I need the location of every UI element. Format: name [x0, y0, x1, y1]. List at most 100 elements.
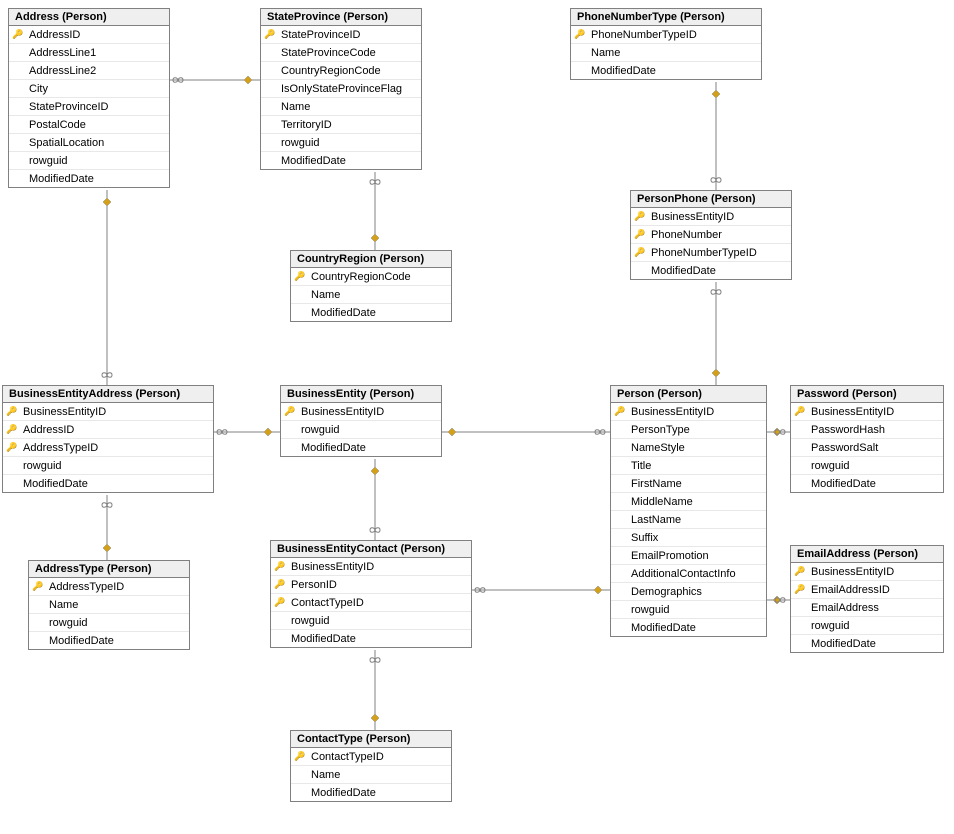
table-column-row: PasswordHash	[791, 421, 943, 439]
primary-key-icon: 🔑	[9, 29, 27, 40]
column-name: ModifiedDate	[47, 635, 114, 647]
table-column-row: 🔑BusinessEntityID	[791, 563, 943, 581]
table-column-row: PersonType	[611, 421, 766, 439]
column-name: Name	[589, 47, 620, 59]
table-column-row: 🔑BusinessEntityID	[3, 403, 213, 421]
table-column-row: Name	[571, 44, 761, 62]
table-column-row: CountryRegionCode	[261, 62, 421, 80]
column-name: Name	[279, 101, 310, 113]
table-column-row: StateProvinceID	[9, 98, 169, 116]
column-name: rowguid	[809, 460, 850, 472]
table-stateprovince[interactable]: StateProvince (Person)🔑StateProvinceIDSt…	[260, 8, 422, 170]
primary-key-icon: 🔑	[291, 751, 309, 762]
column-name: Name	[309, 769, 340, 781]
table-column-row: ModifiedDate	[29, 632, 189, 649]
table-header: Person (Person)	[611, 386, 766, 403]
column-name: BusinessEntityID	[809, 406, 894, 418]
column-name: BusinessEntityID	[809, 566, 894, 578]
column-name: ModifiedDate	[299, 442, 366, 454]
table-businessentityaddress[interactable]: BusinessEntityAddress (Person)🔑BusinessE…	[2, 385, 214, 493]
column-name: ContactTypeID	[309, 751, 384, 763]
table-column-row: StateProvinceCode	[261, 44, 421, 62]
column-name: AddressLine2	[27, 65, 96, 77]
primary-key-icon: 🔑	[3, 406, 21, 417]
column-name: ModifiedDate	[289, 633, 356, 645]
table-column-row: 🔑AddressTypeID	[29, 578, 189, 596]
column-name: CountryRegionCode	[309, 271, 411, 283]
column-name: BusinessEntityID	[289, 561, 374, 573]
table-column-row: NameStyle	[611, 439, 766, 457]
table-address[interactable]: Address (Person)🔑AddressIDAddressLine1Ad…	[8, 8, 170, 188]
primary-key-icon: 🔑	[291, 271, 309, 282]
table-column-row: rowguid	[281, 421, 441, 439]
primary-key-icon: 🔑	[571, 29, 589, 40]
table-column-row: rowguid	[271, 612, 471, 630]
table-header: PersonPhone (Person)	[631, 191, 791, 208]
table-header: BusinessEntityAddress (Person)	[3, 386, 213, 403]
table-businessentitycontact[interactable]: BusinessEntityContact (Person)🔑BusinessE…	[270, 540, 472, 648]
table-column-row: ModifiedDate	[611, 619, 766, 636]
column-name: AddressTypeID	[21, 442, 98, 454]
column-name: BusinessEntityID	[649, 211, 734, 223]
table-header: StateProvince (Person)	[261, 9, 421, 26]
table-column-row: ModifiedDate	[791, 475, 943, 492]
column-name: SpatialLocation	[27, 137, 104, 149]
column-name: ModifiedDate	[279, 155, 346, 167]
column-name: Name	[309, 289, 340, 301]
table-column-row: 🔑BusinessEntityID	[631, 208, 791, 226]
table-contacttype[interactable]: ContactType (Person)🔑ContactTypeIDNameMo…	[290, 730, 452, 802]
table-column-row: SpatialLocation	[9, 134, 169, 152]
table-column-row: AddressLine2	[9, 62, 169, 80]
column-name: rowguid	[809, 620, 850, 632]
table-column-row: 🔑BusinessEntityID	[791, 403, 943, 421]
table-column-row: PasswordSalt	[791, 439, 943, 457]
table-column-row: 🔑BusinessEntityID	[611, 403, 766, 421]
column-name: rowguid	[47, 617, 88, 629]
table-column-row: 🔑ContactTypeID	[271, 594, 471, 612]
table-header: AddressType (Person)	[29, 561, 189, 578]
column-name: PasswordSalt	[809, 442, 878, 454]
column-name: PersonID	[289, 579, 337, 591]
table-column-row: rowguid	[29, 614, 189, 632]
table-column-row: Demographics	[611, 583, 766, 601]
table-countryregion[interactable]: CountryRegion (Person) 🔑CountryRegionCode…	[290, 250, 452, 322]
column-name: ModifiedDate	[629, 622, 696, 634]
table-column-row: 🔑PhoneNumber	[631, 226, 791, 244]
column-name: ModifiedDate	[649, 265, 716, 277]
table-column-row: Name	[29, 596, 189, 614]
table-phonenumbertype[interactable]: PhoneNumberType (Person)🔑PhoneNumberType…	[570, 8, 762, 80]
column-name: rowguid	[289, 615, 330, 627]
column-name: rowguid	[21, 460, 62, 472]
column-name: PostalCode	[27, 119, 86, 131]
table-column-row: 🔑AddressID	[3, 421, 213, 439]
table-column-row: ModifiedDate	[291, 304, 451, 321]
column-name: AddressID	[27, 29, 80, 41]
table-column-row: Suffix	[611, 529, 766, 547]
table-header: ContactType (Person)	[291, 731, 451, 748]
table-header: EmailAddress (Person)	[791, 546, 943, 563]
table-column-row: rowguid	[791, 617, 943, 635]
column-name: StateProvinceID	[279, 29, 360, 41]
column-name: BusinessEntityID	[299, 406, 384, 418]
table-column-row: 🔑EmailAddressID	[791, 581, 943, 599]
table-column-row: EmailPromotion	[611, 547, 766, 565]
column-name: Title	[629, 460, 651, 472]
column-name: rowguid	[299, 424, 340, 436]
table-addresstype[interactable]: AddressType (Person)🔑AddressTypeIDName ro…	[28, 560, 190, 650]
table-businessentity[interactable]: BusinessEntity (Person)🔑BusinessEntityID…	[280, 385, 442, 457]
table-password[interactable]: Password (Person)🔑BusinessEntityIDPasswo…	[790, 385, 944, 493]
table-emailaddress[interactable]: EmailAddress (Person)🔑BusinessEntityID🔑E…	[790, 545, 944, 653]
column-name: PhoneNumberTypeID	[589, 29, 697, 41]
table-person[interactable]: Person (Person)🔑BusinessEntityIDPersonTy…	[610, 385, 767, 637]
table-header: BusinessEntity (Person)	[281, 386, 441, 403]
table-header: CountryRegion (Person)	[291, 251, 451, 268]
primary-key-icon: 🔑	[791, 566, 809, 577]
table-column-row: PostalCode	[9, 116, 169, 134]
table-personphone[interactable]: PersonPhone (Person)🔑BusinessEntityID🔑Ph…	[630, 190, 792, 280]
table-column-row: rowguid	[3, 457, 213, 475]
column-name: EmailPromotion	[629, 550, 709, 562]
table-header: BusinessEntityContact (Person)	[271, 541, 471, 558]
table-column-row: Name	[261, 98, 421, 116]
column-name: ModifiedDate	[589, 65, 656, 77]
table-column-row: 🔑BusinessEntityID	[271, 558, 471, 576]
